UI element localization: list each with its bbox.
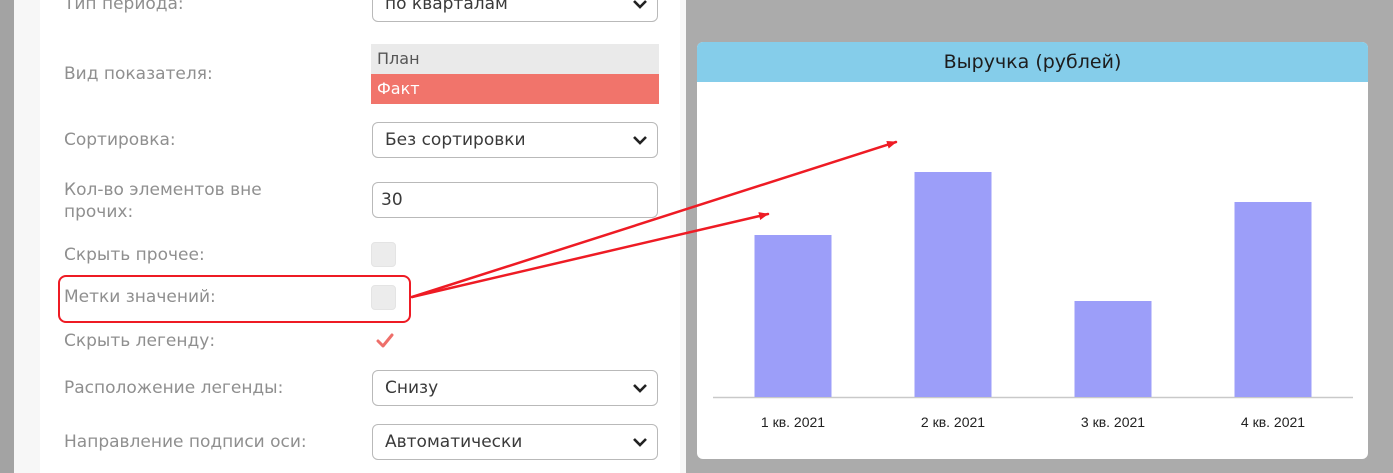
chart-title: Выручка (рублей) [697,42,1368,82]
hide-other-label: Скрыть прочее: [64,245,205,265]
axis-label-direction-value: Автоматически [385,432,523,452]
annotation-highlight-box [58,275,411,323]
indicator-option-fact[interactable]: Факт [371,74,659,104]
checkmark-icon [376,333,394,348]
bar-4[interactable] [1234,202,1312,397]
indicator-type-label: Вид показателя: [64,64,213,84]
x-tick-label: 1 кв. 2021 [761,414,825,430]
legend-position-select[interactable]: Снизу [372,370,658,406]
left-edge-strip [0,0,14,473]
elements-count-value: 30 [381,190,403,210]
axis-label-direction-label: Направление подписи оси: [64,432,307,452]
hide-legend-checkbox[interactable] [371,328,396,353]
axis-label-direction-select[interactable]: Автоматически [372,424,658,460]
x-tick-label: 3 кв. 2021 [1081,414,1145,430]
period-type-value: по кварталам [385,0,508,14]
x-tick-label: 2 кв. 2021 [921,414,985,430]
elements-count-label-line1: Кол-во элементов вне [64,180,262,200]
period-type-label: Тип периода: [64,0,184,14]
chevron-down-icon [633,384,647,393]
elements-count-label-line2: прочих: [64,202,134,222]
hide-legend-label: Скрыть легенду: [64,331,216,351]
legend-position-value: Снизу [385,378,439,398]
settings-panel: Тип периода: по кварталам Вид показателя… [14,0,686,473]
sorting-select[interactable]: Без сортировки [372,122,658,158]
bar-2[interactable] [914,172,992,397]
chevron-down-icon [633,136,647,145]
period-type-select[interactable]: по кварталам [372,0,658,22]
bar-1[interactable] [754,235,832,397]
legend-position-label: Расположение легенды: [64,378,284,398]
sorting-value: Без сортировки [385,130,526,150]
revenue-bar-chart: 1 кв. 2021 2 кв. 2021 3 кв. 2021 4 кв. 2021 [713,172,1353,430]
chevron-down-icon [633,438,647,447]
hide-other-checkbox[interactable] [371,242,396,267]
indicator-type-listbox[interactable]: План Факт [371,44,659,104]
elements-count-input[interactable]: 30 [372,182,658,218]
indicator-option-plan[interactable]: План [371,44,659,74]
sorting-label: Сортировка: [64,130,176,150]
bar-3[interactable] [1074,301,1152,397]
chart-card: Выручка (рублей) 1 кв. 2021 2 кв. 2021 3 к… [697,42,1368,459]
settings-form: Тип периода: по кварталам Вид показателя… [40,0,680,473]
x-tick-label: 4 кв. 2021 [1241,414,1305,430]
chevron-down-icon [633,0,647,9]
